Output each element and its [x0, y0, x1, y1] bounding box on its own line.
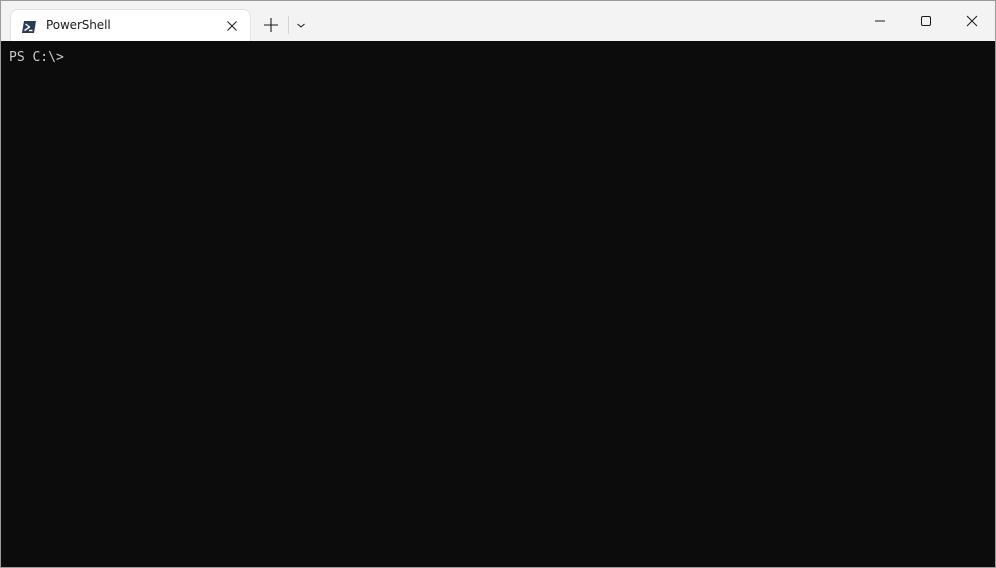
maximize-icon	[921, 16, 931, 26]
minimize-button[interactable]	[857, 1, 903, 41]
title-bar[interactable]: PowerShell	[1, 1, 995, 41]
close-icon	[966, 15, 978, 27]
tab-powershell[interactable]: PowerShell	[10, 9, 251, 41]
terminal-pane[interactable]: PS C:\>	[1, 41, 995, 567]
tab-title: PowerShell	[46, 18, 111, 32]
maximize-button[interactable]	[903, 1, 949, 41]
close-icon[interactable]	[224, 18, 240, 34]
toolbar-divider	[288, 16, 289, 34]
powershell-icon	[21, 19, 37, 33]
command-prompt: PS C:\>	[9, 50, 64, 65]
chevron-down-icon[interactable]	[292, 15, 310, 35]
minimize-icon	[875, 20, 885, 22]
terminal-window: PowerShell PS C:\>	[0, 0, 996, 568]
close-window-button[interactable]	[949, 1, 995, 41]
plus-icon[interactable]	[261, 15, 281, 35]
